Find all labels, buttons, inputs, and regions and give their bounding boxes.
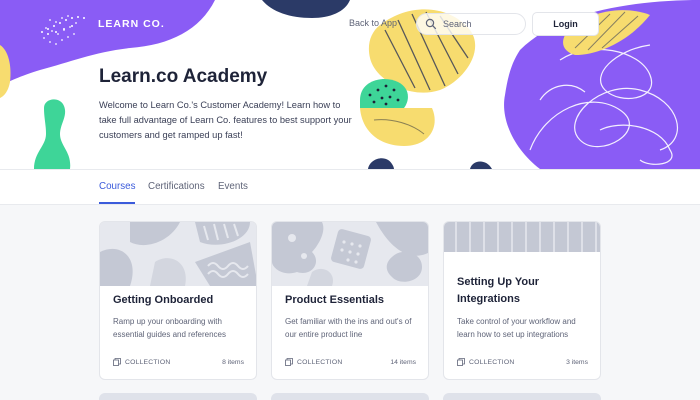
brand-logo[interactable]: LEARN CO. (38, 12, 165, 36)
course-card-peek[interactable] (99, 393, 257, 400)
item-count: 8 items (222, 358, 244, 366)
card-image (272, 222, 428, 286)
search-input[interactable] (443, 19, 519, 29)
card-footer: COLLECTION 14 items (285, 358, 416, 366)
card-title: Getting Onboarded (113, 294, 214, 306)
course-card-peek[interactable] (271, 393, 429, 400)
search-box[interactable] (416, 13, 526, 35)
card-description: Get familiar with the ins and out's of o… (285, 317, 412, 339)
page-title: Learn.co Academy (99, 66, 268, 87)
card-image (100, 222, 256, 286)
page-description: Welcome to Learn Co.'s Customer Academy!… (99, 100, 352, 140)
card-footer: COLLECTION 8 items (113, 358, 244, 366)
card-description: Ramp up your onboarding with essential g… (113, 317, 226, 339)
hero-banner: LEARN CO. Back to App Login Learn.co Aca… (0, 0, 700, 169)
brand-name: LEARN CO. (98, 18, 165, 30)
card-image (444, 222, 600, 252)
tab-bar: Courses Certifications Events (0, 169, 700, 205)
collection-label: COLLECTION (469, 358, 515, 366)
course-card-getting-onboarded[interactable]: Getting Onboarded Ramp up your onboardin… (99, 221, 257, 380)
tab-events[interactable]: Events (218, 181, 248, 192)
collection-label: COLLECTION (125, 358, 171, 366)
card-footer: COLLECTION 3 items (457, 358, 588, 366)
collection-icon (457, 358, 465, 366)
course-card-product-essentials[interactable]: Product Essentials Get familiar with the… (271, 221, 429, 380)
brand-dots-icon (41, 16, 85, 35)
collection-icon (113, 358, 121, 366)
card-title: Product Essentials (285, 294, 385, 306)
tab-certifications[interactable]: Certifications (148, 181, 205, 192)
course-card-peek[interactable] (443, 393, 601, 400)
search-icon (425, 18, 437, 30)
collection-icon (285, 358, 293, 366)
course-card-setting-up-integrations[interactable]: Setting Up Your Integrations Take contro… (443, 221, 601, 380)
back-to-app-link[interactable]: Back to App (349, 18, 397, 28)
collection-label: COLLECTION (297, 358, 343, 366)
login-button[interactable]: Login (532, 12, 599, 36)
card-description: Take control of your workflow and learn … (457, 317, 576, 339)
active-tab-indicator (99, 202, 135, 204)
item-count: 3 items (566, 358, 588, 366)
card-title: Setting Up Your Integrations (457, 276, 540, 305)
tab-courses[interactable]: Courses (99, 181, 135, 192)
item-count: 14 items (390, 358, 416, 366)
